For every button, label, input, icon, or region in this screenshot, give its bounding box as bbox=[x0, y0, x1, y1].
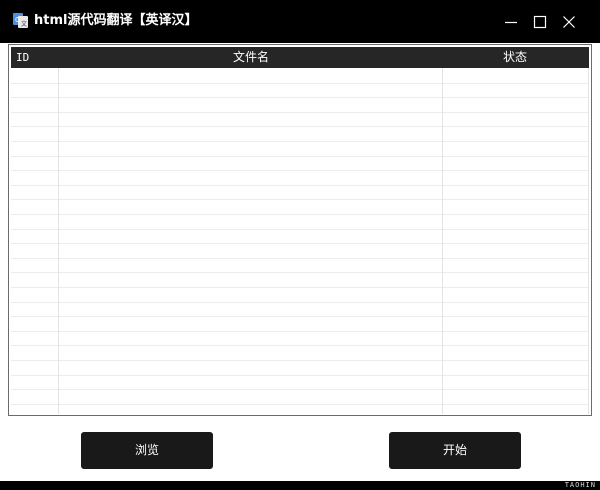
table-row-divider bbox=[11, 214, 589, 215]
browse-button[interactable]: 浏览 bbox=[81, 432, 213, 469]
svg-text:G: G bbox=[15, 16, 20, 24]
close-icon bbox=[562, 15, 576, 29]
file-table[interactable]: ID 文件名 状态 bbox=[8, 44, 592, 416]
window-title: html源代码翻译【英译汉】 bbox=[34, 13, 198, 28]
table-header: ID 文件名 状态 bbox=[11, 47, 589, 68]
table-row-divider bbox=[11, 404, 589, 405]
table-row-divider bbox=[11, 360, 589, 361]
table-column-divider bbox=[588, 68, 589, 414]
table-row-divider bbox=[11, 302, 589, 303]
column-header-status[interactable]: 状态 bbox=[503, 47, 527, 68]
table-row-divider bbox=[11, 287, 589, 288]
watermark: TAOHIN bbox=[564, 481, 596, 489]
svg-text:文: 文 bbox=[21, 20, 27, 28]
table-row-divider bbox=[11, 375, 589, 376]
table-row-divider bbox=[11, 141, 589, 142]
bottom-bar bbox=[0, 481, 600, 490]
table-row-divider bbox=[11, 331, 589, 332]
title-bar[interactable]: G 文 html源代码翻译【英译汉】 bbox=[0, 0, 600, 43]
table-row-divider bbox=[11, 345, 589, 346]
close-button[interactable] bbox=[558, 11, 580, 33]
minimize-button[interactable] bbox=[500, 11, 522, 33]
table-row-divider bbox=[11, 83, 589, 84]
minimize-icon bbox=[504, 15, 518, 29]
maximize-icon bbox=[533, 15, 547, 29]
app-translate-icon: G 文 bbox=[13, 12, 28, 29]
table-column-divider bbox=[58, 68, 59, 414]
table-row-divider bbox=[11, 97, 589, 98]
table-row-divider bbox=[11, 199, 589, 200]
column-header-filename[interactable]: 文件名 bbox=[233, 47, 269, 68]
table-row-divider bbox=[11, 170, 589, 171]
column-header-id[interactable]: ID bbox=[16, 47, 29, 68]
start-button[interactable]: 开始 bbox=[389, 432, 521, 469]
table-row-divider bbox=[11, 156, 589, 157]
table-row-divider bbox=[11, 243, 589, 244]
table-row-divider bbox=[11, 316, 589, 317]
table-body[interactable] bbox=[11, 68, 589, 414]
table-row-divider bbox=[11, 112, 589, 113]
table-row-divider bbox=[11, 272, 589, 273]
table-column-divider bbox=[442, 68, 443, 414]
table-row-divider bbox=[11, 229, 589, 230]
table-row-divider bbox=[11, 389, 589, 390]
table-row-divider bbox=[11, 126, 589, 127]
maximize-button[interactable] bbox=[529, 11, 551, 33]
table-row-divider bbox=[11, 185, 589, 186]
table-row-divider bbox=[11, 258, 589, 259]
